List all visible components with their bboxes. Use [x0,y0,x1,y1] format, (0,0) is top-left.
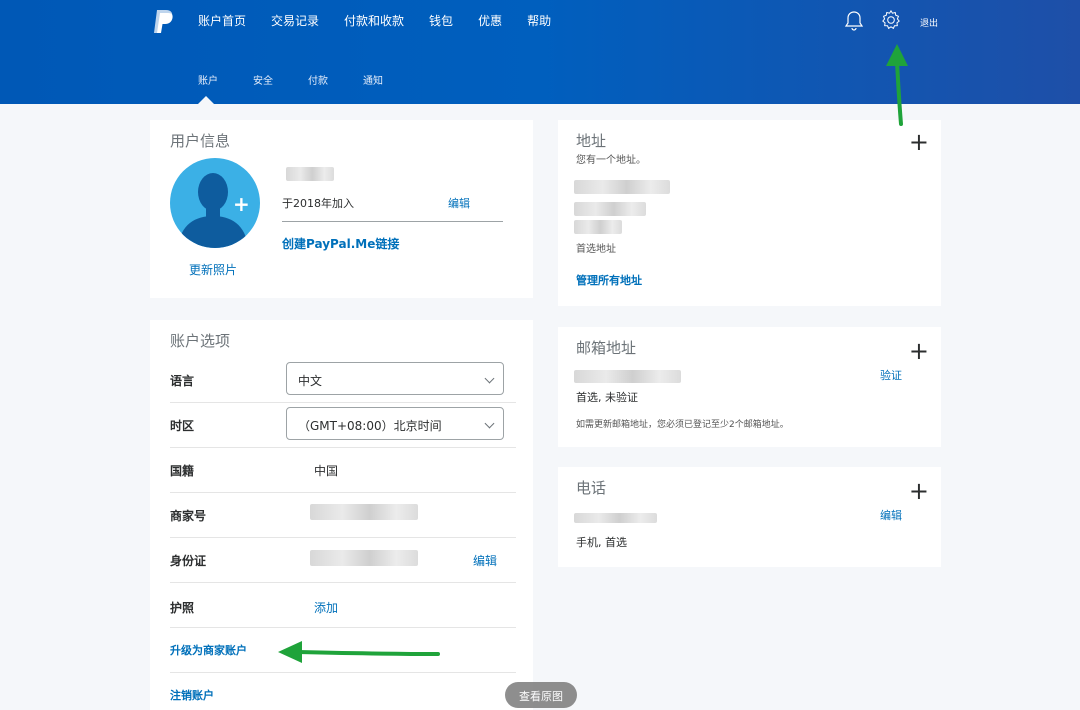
email-note: 如需更新邮箱地址，您必须已登记至少2个邮箱地址。 [576,420,789,430]
divider [170,447,516,448]
tab-security[interactable]: 安全 [253,72,273,87]
chevron-down-icon [484,373,495,384]
divider [170,627,516,628]
address-line-redacted [574,202,646,216]
nav-wallet[interactable]: 钱包 [429,12,453,29]
add-email-icon[interactable]: + [909,339,929,363]
paypal-logo-icon[interactable] [153,9,175,35]
view-original-button[interactable]: 查看原图 [505,682,577,708]
create-paypalme-link[interactable]: 创建PayPal.Me链接 [282,235,399,252]
add-passport-link[interactable]: 添加 [314,599,338,616]
phone-title: 电话 [576,479,607,497]
add-photo-icon: + [233,192,250,216]
bell-icon[interactable] [844,10,864,32]
chevron-down-icon [484,418,495,429]
merchant-id-redacted [310,504,418,520]
divider [170,672,516,673]
nav-send-receive[interactable]: 付款和收款 [344,12,404,29]
update-photo-link[interactable]: 更新照片 [189,261,237,278]
tab-payments[interactable]: 付款 [308,72,328,87]
edit-phone-link[interactable]: 编辑 [880,507,902,523]
divider [170,492,516,493]
divider [170,582,516,583]
edit-id-card-link[interactable]: 编辑 [473,552,497,569]
timezone-value: （GMT+08:00）北京时间 [298,419,442,433]
nationality-label: 国籍 [170,464,195,478]
tab-account[interactable]: 账户 [198,72,218,87]
user-name-redacted [286,167,334,181]
divider [170,537,516,538]
phone-redacted [574,513,657,523]
email-title: 邮箱地址 [576,339,637,357]
address-line-redacted [574,180,670,194]
gear-icon[interactable] [880,9,902,31]
user-info-title: 用户信息 [170,132,231,150]
add-address-icon[interactable]: + [909,130,929,154]
phone-status: 手机, 首选 [576,536,627,549]
email-card: 邮箱地址 + 验证 首选, 未验证 如需更新邮箱地址，您必须已登记至少2个邮箱地… [558,327,941,447]
id-card-label: 身份证 [170,554,207,568]
logout-link[interactable]: 退出 [920,16,938,29]
nav-transactions[interactable]: 交易记录 [271,12,319,29]
address-line-redacted [574,220,622,234]
verify-email-link[interactable]: 验证 [880,367,902,383]
phone-card: 电话 + 编辑 手机, 首选 [558,467,941,567]
close-account-link[interactable]: 注销账户 [170,687,214,703]
timezone-label: 时区 [170,419,195,433]
sub-nav: 账户 安全 付款 通知 [198,72,418,87]
manage-addresses-link[interactable]: 管理所有地址 [576,272,642,288]
language-select[interactable]: 中文 [286,362,504,395]
user-info-card: 用户信息 + 更新照片 于2018年加入 编辑 创建PayPal.Me链接 [150,120,533,298]
merchant-id-label: 商家号 [170,509,207,523]
passport-label: 护照 [170,601,195,615]
nav-account-home[interactable]: 账户首页 [198,12,246,29]
top-header: 账户首页 交易记录 付款和收款 钱包 优惠 帮助 账户 安全 付款 通知 退出 [0,0,1080,105]
upgrade-merchant-link[interactable]: 升级为商家账户 [170,642,247,658]
language-label: 语言 [170,374,195,388]
timezone-select[interactable]: （GMT+08:00）北京时间 [286,407,504,440]
edit-name-link[interactable]: 编辑 [448,195,470,211]
tab-notifications[interactable]: 通知 [363,72,383,87]
joined-text: 于2018年加入 [282,197,354,210]
id-card-redacted [310,550,418,566]
address-subtitle: 您有一个地址。 [576,155,646,166]
nav-help[interactable]: 帮助 [527,12,551,29]
top-nav: 账户首页 交易记录 付款和收款 钱包 优惠 帮助 [198,12,576,29]
nav-offers[interactable]: 优惠 [478,12,502,29]
language-value: 中文 [298,374,323,388]
account-options-card: 账户选项 语言 中文 时区 （GMT+08:00）北京时间 国籍 中国 商家号 … [150,320,533,710]
avatar[interactable]: + [170,158,260,248]
account-options-title: 账户选项 [170,332,231,350]
user-info-divider [282,221,503,222]
email-redacted [574,370,681,383]
divider [170,402,516,403]
address-title: 地址 [576,132,607,150]
nationality-value: 中国 [314,464,339,478]
email-status: 首选, 未验证 [576,391,638,404]
address-card: 地址 您有一个地址。 + 首选地址 管理所有地址 [558,120,941,306]
primary-address-label: 首选地址 [576,244,616,255]
active-tab-caret [197,96,215,105]
add-phone-icon[interactable]: + [909,479,929,503]
